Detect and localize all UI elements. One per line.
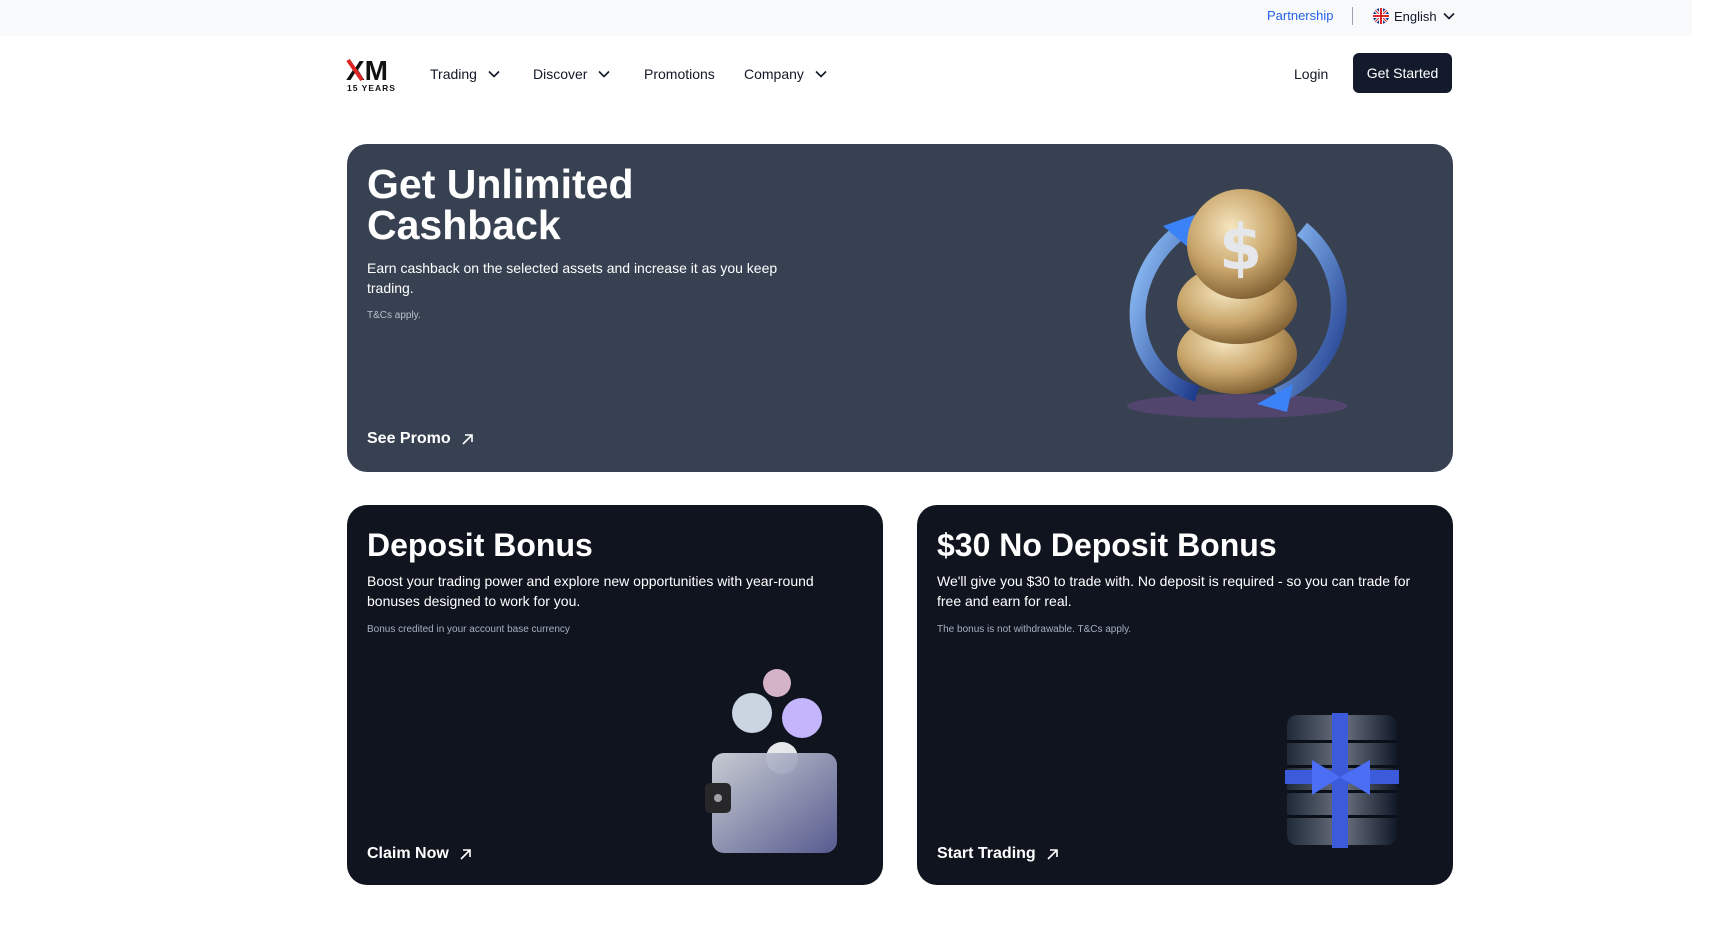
- no-deposit-description: We'll give you $30 to trade with. No dep…: [937, 573, 1411, 609]
- hero-note: T&Cs apply.: [367, 310, 421, 321]
- partnership-link[interactable]: Partnership: [1267, 8, 1333, 23]
- nav-item-company[interactable]: Company: [744, 66, 828, 82]
- arrow-up-right-icon: [460, 848, 471, 860]
- uk-flag-icon: [1373, 8, 1389, 24]
- login-button[interactable]: Login: [1294, 66, 1328, 82]
- cashback-promo-card: Get Unlimited Cashback Earn cashback on …: [347, 144, 1453, 472]
- chevron-down-icon: [815, 70, 827, 78]
- nav-item-discover[interactable]: Discover: [533, 66, 611, 82]
- nav-item-label: Trading: [430, 66, 477, 82]
- language-label: English: [1394, 8, 1437, 24]
- hero-description: Earn cashback on the selected assets and…: [367, 260, 778, 296]
- svg-text:$: $: [1219, 211, 1262, 284]
- divider: [1352, 7, 1353, 25]
- xm-logo[interactable]: XM 15 YEARS: [346, 55, 398, 94]
- deposit-bonus-card: Deposit Bonus Boost your trading power a…: [347, 505, 883, 885]
- nav-item-promotions[interactable]: Promotions: [644, 66, 715, 82]
- arrow-up-right-icon: [1047, 848, 1058, 860]
- nav-item-label: Promotions: [644, 66, 715, 82]
- hero-title: Get Unlimited Cashback: [367, 161, 634, 248]
- see-promo-link[interactable]: See Promo: [367, 430, 474, 448]
- no-deposit-note: The bonus is not withdrawable. T&Cs appl…: [937, 624, 1132, 635]
- language-selector[interactable]: English: [1373, 7, 1456, 25]
- coin-stack-gift-illustration: [1285, 713, 1399, 848]
- nav-item-label: Discover: [533, 66, 588, 82]
- nav-item-label: Company: [744, 66, 804, 82]
- no-deposit-title: $30 No Deposit Bonus: [937, 527, 1277, 563]
- arrow-up-right-icon: [462, 433, 473, 445]
- wallet-coins-illustration: [705, 669, 837, 853]
- get-started-button[interactable]: Get Started: [1353, 53, 1452, 93]
- deposit-note: Bonus credited in your account base curr…: [367, 624, 570, 635]
- link-label: Claim Now: [367, 845, 449, 862]
- nav-item-trading[interactable]: Trading: [430, 66, 501, 82]
- chevron-down-icon: [1443, 12, 1455, 20]
- main-navigation: XM 15 YEARS Trading Discover Promotions …: [0, 36, 1719, 112]
- top-utility-bar: Partnership English: [0, 0, 1692, 36]
- logo-tagline: 15 YEARS: [347, 83, 396, 93]
- chevron-down-icon: [598, 70, 611, 78]
- coins-cashback-illustration: $: [1127, 189, 1347, 418]
- deposit-description: Boost your trading power and explore new…: [367, 573, 814, 609]
- deposit-title: Deposit Bonus: [367, 527, 593, 563]
- logo-brand: XM: [346, 56, 388, 86]
- link-label: Start Trading: [937, 845, 1036, 862]
- claim-now-link[interactable]: Claim Now: [367, 845, 472, 863]
- link-label: See Promo: [367, 430, 451, 447]
- chevron-down-icon: [488, 70, 500, 78]
- no-deposit-bonus-card: $30 No Deposit Bonus We'll give you $30 …: [917, 505, 1453, 885]
- start-trading-link[interactable]: Start Trading: [937, 845, 1059, 863]
